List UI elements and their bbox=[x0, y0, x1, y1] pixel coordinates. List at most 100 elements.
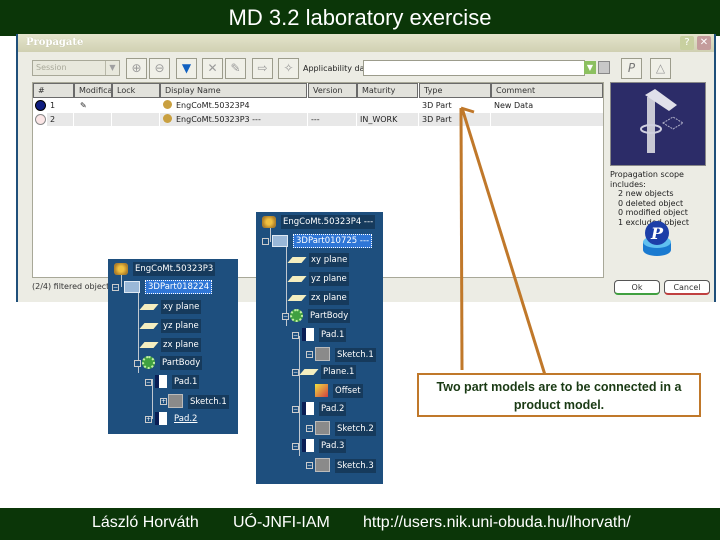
left-specification-tree: EngCoMt.50323P3 − 3DPart018224 xy plane … bbox=[108, 259, 238, 434]
dialog-title: Propagate bbox=[18, 34, 714, 52]
remove-icon: ✕ bbox=[207, 61, 218, 75]
expand-icon[interactable]: + bbox=[160, 398, 167, 405]
collapse-icon[interactable] bbox=[134, 360, 141, 367]
scope-deleted: 0 deleted object bbox=[618, 198, 684, 208]
ok-button[interactable]: Ok bbox=[614, 280, 660, 295]
tree-node[interactable]: Pad.2 bbox=[302, 402, 347, 416]
collapse-icon[interactable] bbox=[262, 238, 269, 245]
collapse-icon[interactable]: − bbox=[306, 351, 313, 358]
graph-button[interactable]: △ bbox=[650, 58, 671, 79]
tree-node[interactable]: Pad.3 bbox=[302, 439, 347, 453]
collapse-icon[interactable]: − bbox=[292, 332, 299, 339]
product-icon bbox=[163, 114, 172, 123]
col-maturity[interactable]: Maturity bbox=[357, 83, 418, 98]
filter-button[interactable]: ▼ bbox=[176, 58, 197, 79]
part-icon bbox=[124, 280, 140, 293]
zoom-in-button[interactable]: ⊕ bbox=[126, 58, 147, 79]
applicability-date-input[interactable] bbox=[363, 60, 585, 76]
table-header: # Modification Lock Display Name Version… bbox=[33, 83, 603, 98]
apply-button[interactable]: ✧ bbox=[278, 58, 299, 79]
col-version[interactable]: Version bbox=[308, 83, 357, 98]
chevron-down-icon[interactable]: ▼ bbox=[584, 61, 596, 74]
tree-node[interactable]: EngCoMt.50323P3 bbox=[114, 262, 216, 276]
collapse-icon[interactable]: − bbox=[306, 462, 313, 469]
tree-node[interactable]: xy plane bbox=[139, 300, 202, 314]
tree-node[interactable]: Sketch.1 bbox=[315, 347, 376, 362]
tree-node[interactable]: Plane.1 bbox=[299, 365, 357, 379]
session-select[interactable]: Session ▼ bbox=[32, 60, 120, 76]
propagation-scope: Propagation scope includes: 2 new object… bbox=[610, 170, 714, 227]
plane-icon bbox=[139, 341, 159, 348]
product-icon bbox=[163, 100, 172, 109]
export-button[interactable]: ⇨ bbox=[252, 58, 273, 79]
collapse-icon[interactable]: − bbox=[145, 379, 152, 386]
col-number[interactable]: # bbox=[33, 83, 74, 98]
edit-button[interactable]: ✎ bbox=[225, 58, 246, 79]
calendar-icon[interactable] bbox=[598, 61, 610, 74]
footer-url[interactable]: http://users.nik.uni-obuda.hu/lhorvath/ bbox=[363, 508, 631, 538]
tree-node[interactable]: xy plane bbox=[287, 253, 350, 267]
row-number: 1 bbox=[50, 101, 56, 110]
tree-node-label: EngCoMt.50323P4 --- bbox=[281, 215, 376, 229]
tree-node[interactable]: PartBody bbox=[290, 309, 351, 323]
row-number: 2 bbox=[47, 113, 73, 126]
remove-button[interactable]: ✕ bbox=[202, 58, 223, 79]
col-modification[interactable]: Modification bbox=[74, 83, 112, 98]
table-row[interactable]: 2 EngCoMt.50323P3 --- --- IN_WORK 3D Par… bbox=[33, 113, 603, 127]
collapse-icon[interactable]: − bbox=[292, 443, 299, 450]
lock-cell bbox=[112, 99, 160, 112]
tree-node[interactable]: 3DPart018224 bbox=[124, 280, 213, 294]
propagate-button[interactable]: P bbox=[621, 58, 642, 79]
table-row[interactable]: 1 ✎ EngCoMt.50323P4 3D Part New Data bbox=[33, 99, 603, 113]
tree-node[interactable]: PartBody bbox=[142, 356, 203, 370]
collapse-icon[interactable]: − bbox=[292, 406, 299, 413]
tree-node[interactable]: Sketch.3 bbox=[315, 458, 376, 473]
close-button[interactable]: ✕ bbox=[697, 36, 711, 50]
col-type[interactable]: Type bbox=[419, 83, 491, 98]
tree-node-label: yz plane bbox=[161, 319, 201, 333]
collapse-icon[interactable]: − bbox=[306, 425, 313, 432]
pad-icon bbox=[302, 402, 314, 415]
plane-icon bbox=[287, 275, 307, 282]
col-lock[interactable]: Lock bbox=[112, 83, 160, 98]
tree-node[interactable]: Offset bbox=[315, 384, 363, 398]
tree-node[interactable]: Sketch.2 bbox=[315, 421, 376, 436]
part-preview-icon bbox=[640, 89, 684, 153]
scope-modified: 0 modified object bbox=[618, 208, 688, 217]
tree-node[interactable]: Pad.1 bbox=[155, 375, 200, 389]
tree-node[interactable]: zx plane bbox=[287, 291, 349, 305]
tree-node-label: Pad.1 bbox=[319, 328, 347, 342]
tree-node[interactable]: yz plane bbox=[287, 272, 349, 286]
expand-icon[interactable]: + bbox=[145, 416, 152, 423]
right-specification-tree: EngCoMt.50323P4 --- 3DPart010725 --- xy … bbox=[256, 212, 383, 484]
display-name-cell: EngCoMt.50323P4 bbox=[160, 99, 307, 112]
col-display-name[interactable]: Display Name bbox=[160, 83, 307, 98]
part-preview-image bbox=[610, 82, 706, 166]
footer-author: László Horváth bbox=[92, 514, 199, 531]
tree-node[interactable]: Sketch.1 bbox=[168, 394, 229, 409]
help-button[interactable]: ? bbox=[680, 36, 694, 50]
svg-text:P: P bbox=[650, 224, 664, 243]
maturity-cell bbox=[357, 99, 418, 112]
collapse-icon[interactable]: − bbox=[112, 284, 119, 291]
tree-node[interactable]: yz plane bbox=[139, 319, 201, 333]
tree-node[interactable]: 3DPart010725 --- bbox=[272, 234, 373, 248]
footer-institution: UÓ-JNFI-IAM bbox=[233, 514, 330, 531]
chevron-down-icon[interactable]: ▼ bbox=[105, 61, 119, 75]
col-comment[interactable]: Comment bbox=[491, 83, 603, 98]
zoom-out-icon: ⊖ bbox=[154, 61, 165, 75]
tree-node[interactable]: EngCoMt.50323P4 --- bbox=[262, 215, 376, 229]
filtered-objects-label: (2/4) filtered objects bbox=[32, 282, 114, 291]
comment-cell: New Data bbox=[494, 101, 534, 110]
scope-new: 2 new objects bbox=[618, 189, 674, 198]
zoom-out-button[interactable]: ⊖ bbox=[149, 58, 170, 79]
pad-icon bbox=[155, 375, 167, 388]
tree-node[interactable]: Pad.2 bbox=[155, 412, 199, 426]
tree-node[interactable]: Pad.1 bbox=[302, 328, 347, 342]
cancel-button[interactable]: Cancel bbox=[664, 280, 710, 295]
slide-title: MD 3.2 laboratory exercise bbox=[0, 0, 720, 36]
edit-icon: ✎ bbox=[230, 61, 241, 75]
collapse-icon[interactable]: − bbox=[282, 313, 289, 320]
apply-icon: ✧ bbox=[283, 61, 294, 75]
tree-node[interactable]: zx plane bbox=[139, 338, 201, 352]
